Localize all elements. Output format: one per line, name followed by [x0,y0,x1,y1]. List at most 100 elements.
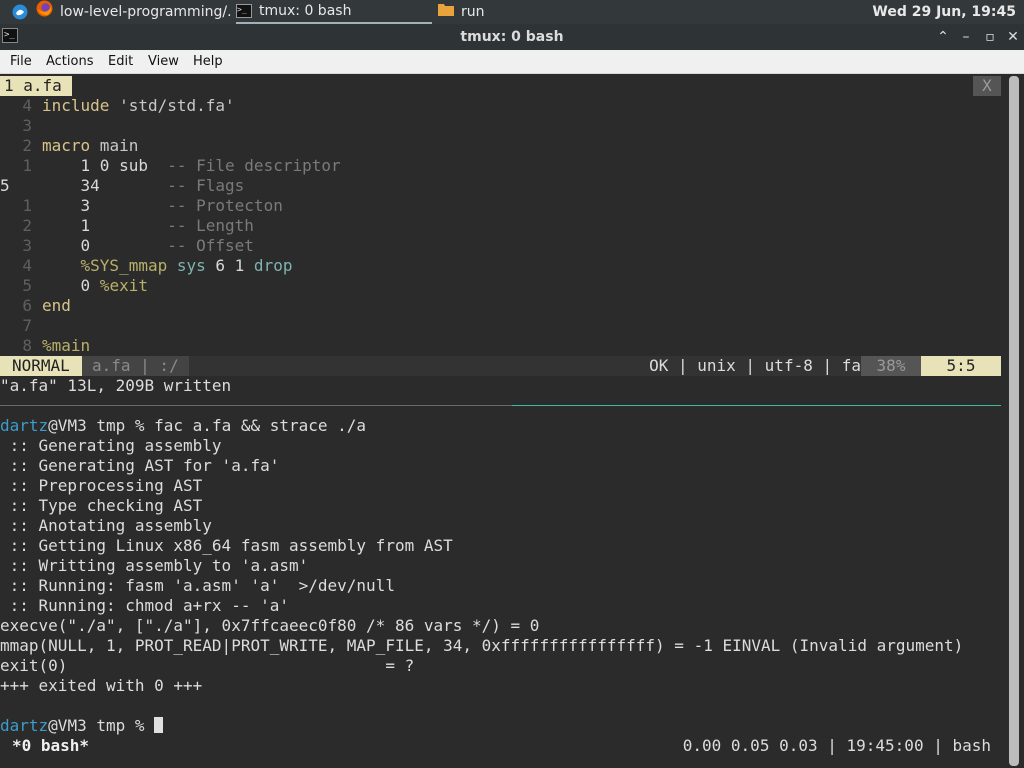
shell-output-line: mmap(NULL, 1, PROT_READ|PROT_WRITE, MAP_… [0,636,964,655]
code-token: -- File descriptor [147,156,341,175]
clock[interactable]: Wed 29 Jun, 19:45 [872,0,1016,24]
code-token: sys [167,256,206,275]
vim-tab-close-button[interactable]: X [973,76,1001,96]
vim-line-number: 7 [22,316,32,335]
code-token: 1 0 sub [42,156,148,175]
menu-bar: File Actions Edit View Help [0,50,1024,74]
terminal-area[interactable]: 1 a.fa X 4 include 'std/std.fa' 3 2 macro ma… [0,74,1024,768]
code-token: 6 1 [205,256,245,275]
folder-icon [438,0,454,24]
vim-scroll-percent: 38% [861,356,921,376]
scrollbar-thumb[interactable] [1009,76,1019,766]
vim-line: 4 include 'std/std.fa' [0,96,235,116]
scrollbar[interactable] [1004,74,1024,768]
shell-output-line: execve("./a", ["./a"], 0x7ffcaeec0f80 /*… [0,616,540,635]
vim-line-number: 5 [22,276,32,295]
code-token: 'std/std.fa' [109,96,235,115]
vim-cursor-position: 5:5 [921,356,1001,376]
vim-line: 8 %main [0,336,90,356]
maximize-button[interactable]: – [955,24,977,50]
tmux-pane-separator-active [512,405,1001,406]
vim-line-number: 6 [22,296,32,315]
taskbar-browser-label: low-level-programming/... [60,4,232,20]
shell-output-line: :: Type checking AST [0,496,203,515]
code-token: -- Flags [99,176,245,195]
app-menu-icon[interactable] [12,0,30,24]
window-titlebar[interactable]: >_ tmux: 0 bash ⌃ – ▫ ✕ [0,24,1024,50]
top-panel: low-level-programming/... >_ tmux: 0 bas… [0,0,1024,24]
shell-output-line: :: Writting assembly to 'a.asm' [0,556,309,575]
tmux-status-right: 0.00 0.05 0.03 | 19:45:00 | bash [682,736,991,755]
vim-line-number: 4 [22,256,32,275]
code-token: macro [42,136,91,155]
window-title: tmux: 0 bash [460,29,564,45]
code-token: %exit [90,276,148,295]
shell-output-line: :: Generating AST for 'a.fa' [0,456,280,475]
shell-output-line: :: Generating assembly [0,436,222,455]
shell-output-line: exit(0) = ? [0,656,415,675]
prompt-host-2: @VM3 tmp % [48,716,155,735]
vim-statusline: NORMAL a.fa | :/ OK | unix | utf-8 | fa … [0,356,1001,376]
prompt-user: dartz [0,416,49,435]
minimize-button[interactable]: ⌃ [932,24,954,50]
vim-line: 6 end [0,296,71,316]
vim-line-number: 1 [22,196,32,215]
menu-view[interactable]: View [148,50,179,73]
code-token: main [90,136,139,155]
text-cursor [154,717,164,733]
menu-edit[interactable]: Edit [108,50,133,73]
menu-actions[interactable]: Actions [46,50,94,73]
close-button[interactable]: ✕ [1002,24,1024,50]
vim-line: 1 3 -- Protecton [0,196,283,216]
tmux-window-tab[interactable]: *0 bash* [12,736,89,756]
terminal-icon: >_ [236,4,252,18]
firefox-icon [36,0,53,24]
shell-output-line: :: Getting Linux x86_64 fasm assembly fr… [0,536,453,555]
menu-help[interactable]: Help [193,50,223,73]
taskbar-terminal[interactable]: >_ tmux: 0 bash [236,0,432,24]
vim-line-number: 1 [22,156,32,175]
code-token: -- Protecton [90,196,283,215]
shell-output-line: +++ exited with 0 +++ [0,676,203,695]
vim-line-number: 4 [22,96,32,115]
vim-line-number: 2 [22,216,32,235]
vim-line-number: 2 [22,136,32,155]
vim-tabline: 1 a.fa X [0,76,1001,96]
menu-file[interactable]: File [10,50,32,73]
prompt-user-2: dartz [0,716,49,735]
code-token: 3 [42,196,91,215]
code-token: %SYS_mmap [42,256,168,275]
taskbar-folder-label: run [461,4,485,20]
taskbar-folder[interactable]: run [438,0,558,24]
vim-line-number: 3 [22,236,32,255]
vim-line: 5 34 -- Flags [0,176,244,196]
code-token: -- Offset [90,236,254,255]
code-token: end [42,296,71,315]
code-token: include [42,96,110,115]
vim-file-info: a.fa | :/ [82,356,189,376]
vim-status-info: OK | unix | utf-8 | fa [649,356,861,375]
code-token: %main [42,336,91,355]
shell-prompt-line[interactable]: dartz@VM3 tmp % [0,716,164,736]
vim-line: 1 1 0 sub -- File descriptor [0,156,341,176]
taskbar-browser[interactable]: low-level-programming/... [36,0,232,24]
vim-line: 5 0 %exit [0,276,148,296]
code-token: 34 [42,176,100,195]
vim-line-number: 3 [22,116,32,135]
taskbar-terminal-label: tmux: 0 bash [259,3,352,19]
vim-tab-current[interactable]: 1 a.fa [0,76,72,96]
vim-line: 2 macro main [0,136,138,156]
shell-command-line: dartz@VM3 tmp % fac a.fa && strace ./a [0,416,366,436]
restore-button[interactable]: ▫ [979,24,1001,50]
code-token: 1 [42,216,91,235]
vim-line: 4 %SYS_mmap sys 6 1 drop [0,256,292,276]
code-token: 0 [42,276,91,295]
vim-line-number: 8 [22,336,32,355]
vim-mode: NORMAL [0,356,82,376]
prompt-host: @VM3 tmp % [48,416,155,435]
vim-line: 2 1 -- Length [0,216,254,236]
shell-output-line: :: Preprocessing AST [0,476,203,495]
tmux-statusbar: *0 bash* 0.00 0.05 0.03 | 19:45:00 | bas… [0,736,1001,756]
shell-command: fac a.fa && strace ./a [154,416,367,435]
code-token: 0 [42,236,91,255]
